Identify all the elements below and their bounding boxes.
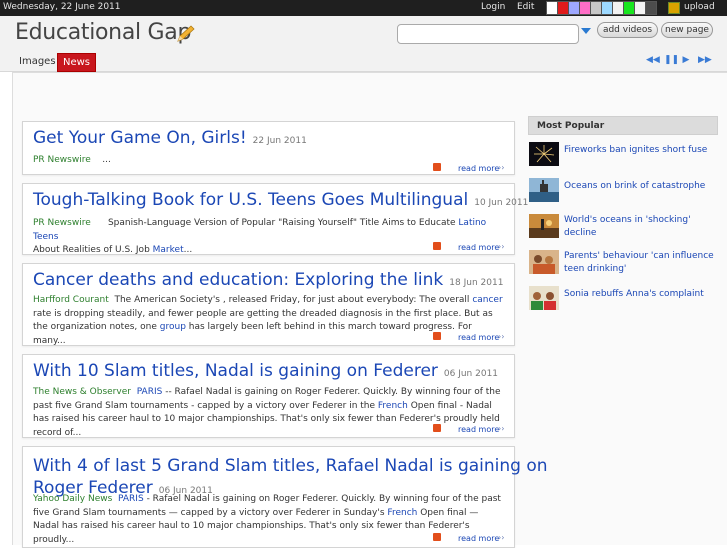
article-source[interactable]: Harfford Courant <box>33 295 109 305</box>
previous-icon[interactable]: ◀◀ <box>646 55 660 65</box>
article-title[interactable]: With 10 Slam titles, Nadal is gaining on… <box>33 361 438 381</box>
pause-icon[interactable]: ❚❚ <box>664 55 679 65</box>
article-date: 10 Jun 2011 <box>474 198 529 208</box>
new-page-button[interactable]: new page <box>661 22 713 38</box>
nav-bar: Images News ◀◀ ❚❚ ▶ ▶▶ <box>0 50 727 72</box>
article-snippet: Spanish-Language Version of Popular "Rai… <box>107 218 456 228</box>
tab-images[interactable]: Images <box>14 53 61 72</box>
article-date: 18 Jun 2011 <box>449 278 504 288</box>
popular-item-link[interactable]: Sonia rebuffs Anna's complaint <box>564 288 714 301</box>
article-source[interactable]: PR Newswire <box>33 155 91 165</box>
article-source[interactable]: Yahoo Daily News <box>33 494 112 504</box>
rss-icon[interactable] <box>433 163 441 171</box>
article-title[interactable]: With 4 of last 5 Grand Slam titles, Rafa… <box>33 456 548 476</box>
article-ellipsis: ... <box>183 245 193 255</box>
keyword-link[interactable]: French <box>378 401 408 411</box>
chevron-right-icon: ›› <box>498 332 505 341</box>
article-snippet: The American Society's , released Friday… <box>114 295 470 305</box>
article-title[interactable]: Get Your Game On, Girls! <box>33 128 247 148</box>
rss-icon[interactable] <box>433 424 441 432</box>
keyword-link[interactable]: PARIS <box>137 387 163 397</box>
top-bar: Wednesday, 22 June 2011 Login Edit uploa… <box>0 0 727 16</box>
article-source[interactable]: PR Newswire <box>33 218 91 228</box>
fireworks-thumbnail[interactable] <box>529 142 559 166</box>
color-swatch[interactable] <box>645 1 657 15</box>
article-snippet-cont: About Realities of U.S. Job <box>33 245 150 255</box>
news-item: Get Your Game On, Girls! 22 Jun 2011 PR N… <box>22 121 515 175</box>
news-item: Tough-Talking Book for U.S. Teens Goes M… <box>22 183 528 255</box>
article-date: 06 Jun 2011 <box>443 369 499 379</box>
news-item: With 4 of last 5 Grand Slam titles, Rafa… <box>22 446 548 548</box>
site-title[interactable]: Educational Gap <box>15 20 191 45</box>
rss-icon[interactable] <box>433 533 441 541</box>
keyword-link[interactable]: French <box>387 508 417 518</box>
keyword-link[interactable]: Market <box>153 245 184 255</box>
chevron-right-icon: ›› <box>498 424 505 433</box>
popular-item-link[interactable]: Fireworks ban ignites short fuse <box>564 144 714 157</box>
article-source[interactable]: The News & Observer <box>33 387 131 397</box>
search-dropdown-icon[interactable] <box>581 28 591 34</box>
chevron-right-icon: ›› <box>498 163 505 172</box>
edit-link[interactable]: Edit <box>517 2 534 12</box>
popular-item-link[interactable]: World's oceans in 'shocking' decline <box>564 214 714 240</box>
ocean-rig-thumbnail[interactable] <box>529 178 559 202</box>
sidebar-heading: Most Popular <box>528 116 718 135</box>
next-icon[interactable]: ▶▶ <box>698 55 712 65</box>
read-more-link[interactable]: read more <box>458 425 499 434</box>
read-more-link[interactable]: read more <box>458 164 499 173</box>
rss-icon[interactable] <box>433 242 441 250</box>
sunset-ocean-thumbnail[interactable] <box>529 214 559 238</box>
login-link[interactable]: Login <box>481 2 505 12</box>
pencil-icon[interactable] <box>176 25 196 43</box>
site-header: Educational Gap add videos new page <box>0 16 727 50</box>
tab-news[interactable]: News <box>57 53 97 72</box>
article-title[interactable]: Tough-Talking Book for U.S. Teens Goes M… <box>33 190 468 210</box>
family-thumbnail[interactable] <box>529 250 559 274</box>
news-item: Cancer deaths and education: Exploring t… <box>22 263 515 346</box>
chevron-right-icon: ›› <box>498 242 505 251</box>
upload-link[interactable]: upload <box>684 2 715 12</box>
popular-item-link[interactable]: Oceans on brink of catastrophe <box>564 180 714 193</box>
current-date: Wednesday, 22 June 2011 <box>3 2 121 12</box>
keyword-link[interactable]: PARIS <box>118 494 144 504</box>
add-videos-button[interactable]: add videos <box>597 22 658 38</box>
read-more-link[interactable]: read more <box>458 243 499 252</box>
search-input[interactable] <box>397 24 579 44</box>
read-more-link[interactable]: read more <box>458 333 499 342</box>
play-icon[interactable]: ▶ <box>681 55 691 65</box>
keyword-link[interactable]: cancer <box>472 295 502 305</box>
keyword-link[interactable]: group <box>160 322 186 332</box>
article-title[interactable]: Cancer deaths and education: Exploring t… <box>33 270 443 290</box>
crowd-thumbnail[interactable] <box>529 286 559 310</box>
most-popular-sidebar: Most Popular Fireworks ban ignites short… <box>528 116 718 310</box>
news-item: With 10 Slam titles, Nadal is gaining on… <box>22 354 515 438</box>
article-date: 22 Jun 2011 <box>252 136 307 146</box>
article-snippet: ... <box>102 155 111 165</box>
chevron-right-icon: ›› <box>498 533 505 542</box>
upload-icon[interactable] <box>668 2 680 14</box>
popular-item-link[interactable]: Parents' behaviour 'can influence teen d… <box>564 250 714 276</box>
rss-icon[interactable] <box>433 332 441 340</box>
read-more-link[interactable]: read more <box>458 534 499 543</box>
